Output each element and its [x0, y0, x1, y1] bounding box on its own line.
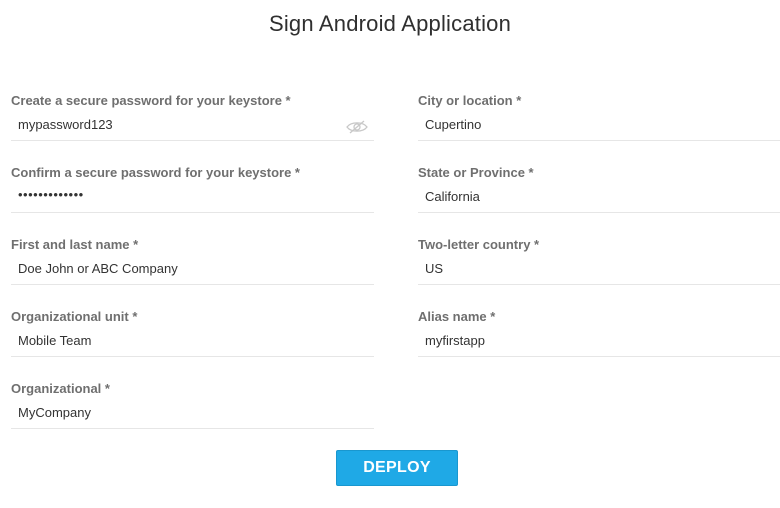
- full-name-field: First and last name * Doe John or ABC Co…: [11, 237, 374, 303]
- city-input[interactable]: Cupertino: [418, 114, 780, 141]
- confirm-password-label: Confirm a secure password for your keyst…: [11, 165, 300, 180]
- eye-icon[interactable]: [346, 120, 368, 134]
- organization-field: Organizational * MyCompany: [11, 381, 374, 447]
- full-name-label: First and last name *: [11, 237, 139, 252]
- confirm-password-input[interactable]: •••••••••••••: [11, 186, 374, 213]
- keystore-password-label: Create a secure password for your keysto…: [11, 93, 291, 108]
- deploy-button[interactable]: DEPLOY: [336, 450, 458, 486]
- city-value: Cupertino: [425, 117, 482, 132]
- org-unit-label: Organizational unit *: [11, 309, 138, 324]
- country-label: Two-letter country *: [418, 237, 540, 252]
- country-value: US: [425, 261, 444, 276]
- full-name-input[interactable]: Doe John or ABC Company: [11, 258, 374, 285]
- full-name-value: Doe John or ABC Company: [18, 261, 178, 276]
- country-field: Two-letter country * US: [418, 237, 780, 303]
- state-value: California: [425, 189, 480, 204]
- state-label: State or Province *: [418, 165, 534, 180]
- page-title: Sign Android Application: [268, 11, 512, 36]
- city-label: City or location *: [418, 93, 522, 108]
- org-unit-value: Mobile Team: [18, 333, 92, 348]
- country-input[interactable]: US: [418, 258, 780, 285]
- alias-value: myfirstapp: [425, 333, 485, 348]
- organization-value: MyCompany: [18, 405, 91, 420]
- alias-input[interactable]: myfirstapp: [418, 330, 780, 357]
- keystore-password-input[interactable]: mypassword123: [11, 114, 374, 141]
- confirm-password-value: •••••••••••••: [18, 187, 84, 202]
- state-input[interactable]: California: [418, 186, 780, 213]
- keystore-password-value: mypassword123: [18, 117, 113, 132]
- keystore-password-field: Create a secure password for your keysto…: [11, 93, 374, 159]
- alias-label: Alias name *: [418, 309, 496, 324]
- organization-label: Organizational *: [11, 381, 110, 396]
- confirm-password-field: Confirm a secure password for your keyst…: [11, 165, 374, 231]
- org-unit-input[interactable]: Mobile Team: [11, 330, 374, 357]
- city-field: City or location * Cupertino: [418, 93, 780, 159]
- alias-field: Alias name * myfirstapp: [418, 309, 780, 375]
- org-unit-field: Organizational unit * Mobile Team: [11, 309, 374, 375]
- state-field: State or Province * California: [418, 165, 780, 231]
- organization-input[interactable]: MyCompany: [11, 402, 374, 429]
